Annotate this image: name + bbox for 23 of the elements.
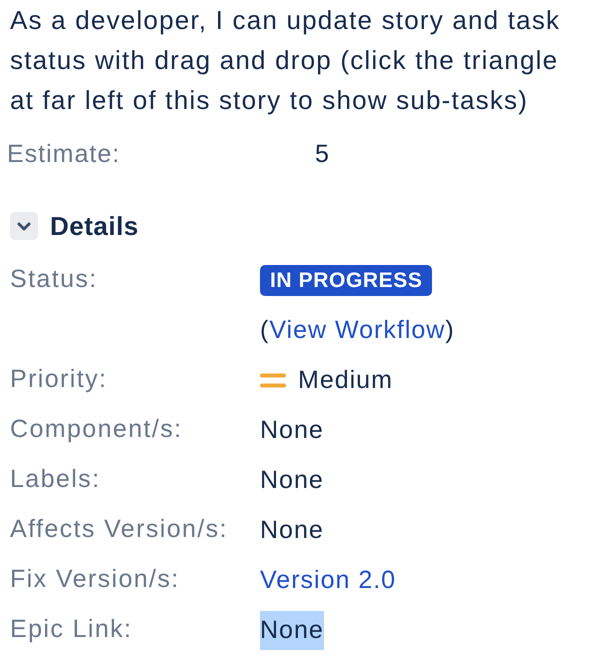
field-label: Affects Version/s: [10, 514, 228, 546]
priority-medium-icon [260, 372, 286, 388]
estimate-label: Estimate: [7, 139, 122, 170]
field-label: Priority: [10, 364, 108, 396]
field-label: Epic Link: [10, 614, 132, 646]
workflow-link-text: (View Workflow) [260, 314, 455, 346]
field-value: None [260, 464, 324, 496]
priority-value: Medium [298, 364, 393, 396]
field-label: Component/s: [10, 414, 182, 446]
estimate-value: 5 [315, 139, 329, 170]
field-label: Fix Version/s: [10, 564, 180, 596]
field-label: Labels: [10, 464, 100, 496]
field-label: Status: [10, 264, 98, 296]
chevron-down-icon [17, 222, 31, 230]
field-value: None [260, 514, 324, 546]
field-value: None [260, 610, 324, 650]
field-value: None [260, 414, 324, 446]
field-value-link[interactable]: Version 2.0 [260, 560, 396, 600]
status-lozenge[interactable]: IN PROGRESS [260, 264, 432, 296]
story-description: As a developer, I can update story and task status with drag and drop (click the triangle at far left of this story to show sub-tasks) [9, 4, 562, 117]
view-workflow-link[interactable]: View Workflow [269, 316, 446, 344]
details-heading: Details [50, 210, 139, 242]
collapse-toggle-button[interactable] [10, 212, 38, 240]
